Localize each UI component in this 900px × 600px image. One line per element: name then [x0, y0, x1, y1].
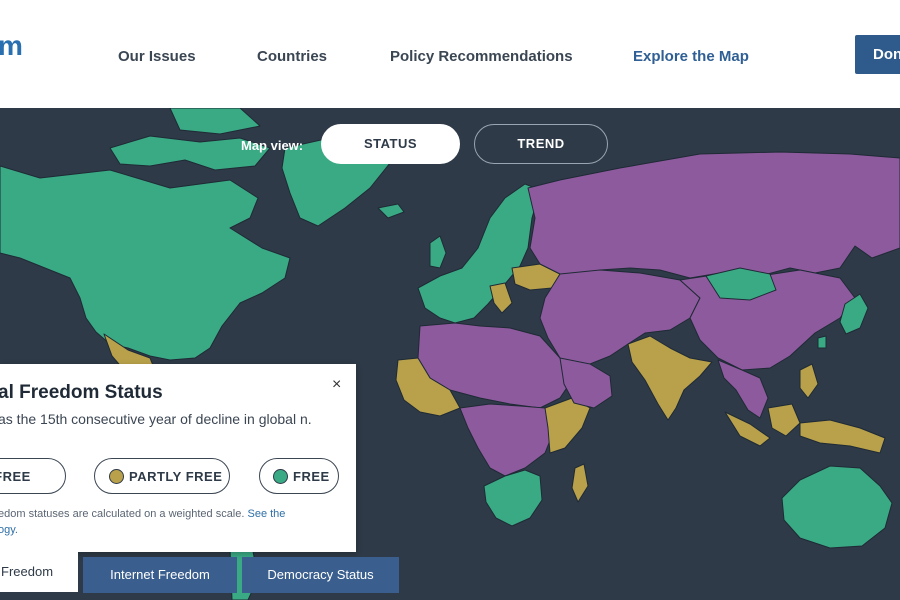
- tab-internet-freedom[interactable]: Internet Freedom: [83, 557, 237, 593]
- region-arctic-islands-2: [169, 108, 261, 135]
- legend-partly-free-label: PARTLY FREE: [129, 469, 223, 484]
- region-east-africa: [544, 397, 591, 454]
- donate-button[interactable]: Don: [855, 35, 900, 74]
- panel-description: as the 15th consecutive year of decline …: [0, 411, 312, 427]
- close-icon[interactable]: ×: [332, 376, 341, 394]
- region-australia: [781, 465, 893, 549]
- nav-countries[interactable]: Countries: [257, 48, 327, 65]
- status-toggle-button[interactable]: STATUS: [321, 124, 460, 164]
- panel-note-text: edom statuses are calculated on a weight…: [0, 508, 248, 520]
- region-philippines: [799, 363, 819, 399]
- region-iceland: [377, 203, 405, 219]
- panel-title: al Freedom Status: [0, 382, 163, 403]
- free-dot-icon: [273, 469, 288, 484]
- panel-note: edom statuses are calculated on a weight…: [0, 506, 308, 538]
- region-madagascar: [571, 463, 589, 503]
- region-india: [627, 335, 713, 421]
- tab-democracy-status[interactable]: Democracy Status: [242, 557, 399, 593]
- legend-not-free-button[interactable]: OT FREE: [0, 458, 66, 494]
- region-indonesia: [724, 411, 771, 447]
- site-header: m Our Issues Countries Policy Recommenda…: [0, 0, 900, 108]
- partly-free-dot-icon: [109, 469, 124, 484]
- region-borneo: [767, 403, 801, 437]
- logo[interactable]: m: [0, 30, 23, 62]
- legend-partly-free-button[interactable]: PARTLY FREE: [94, 458, 230, 494]
- region-taiwan: [817, 335, 827, 349]
- region-indonesia-east: [799, 419, 886, 454]
- info-panel: al Freedom Status × as the 15th consecut…: [0, 364, 356, 552]
- nav-our-issues[interactable]: Our Issues: [118, 48, 196, 65]
- trend-toggle-button[interactable]: TREND: [474, 124, 608, 164]
- nav-policy-recommendations[interactable]: Policy Recommendations: [390, 48, 573, 65]
- legend-not-free-label: OT FREE: [0, 469, 31, 484]
- region-balkans: [489, 282, 513, 314]
- nav-explore-the-map[interactable]: Explore the Map: [633, 48, 749, 65]
- region-southern-africa: [483, 469, 543, 527]
- legend-free-button[interactable]: FREE: [259, 458, 339, 494]
- region-north-america: [0, 165, 291, 361]
- tab-global-freedom[interactable]: Freedom: [0, 550, 78, 592]
- legend-free-label: FREE: [293, 469, 330, 484]
- region-russia: [527, 151, 900, 279]
- map-view-label: Map view:: [241, 138, 304, 153]
- region-uk: [429, 235, 447, 269]
- region-central-africa: [459, 403, 556, 477]
